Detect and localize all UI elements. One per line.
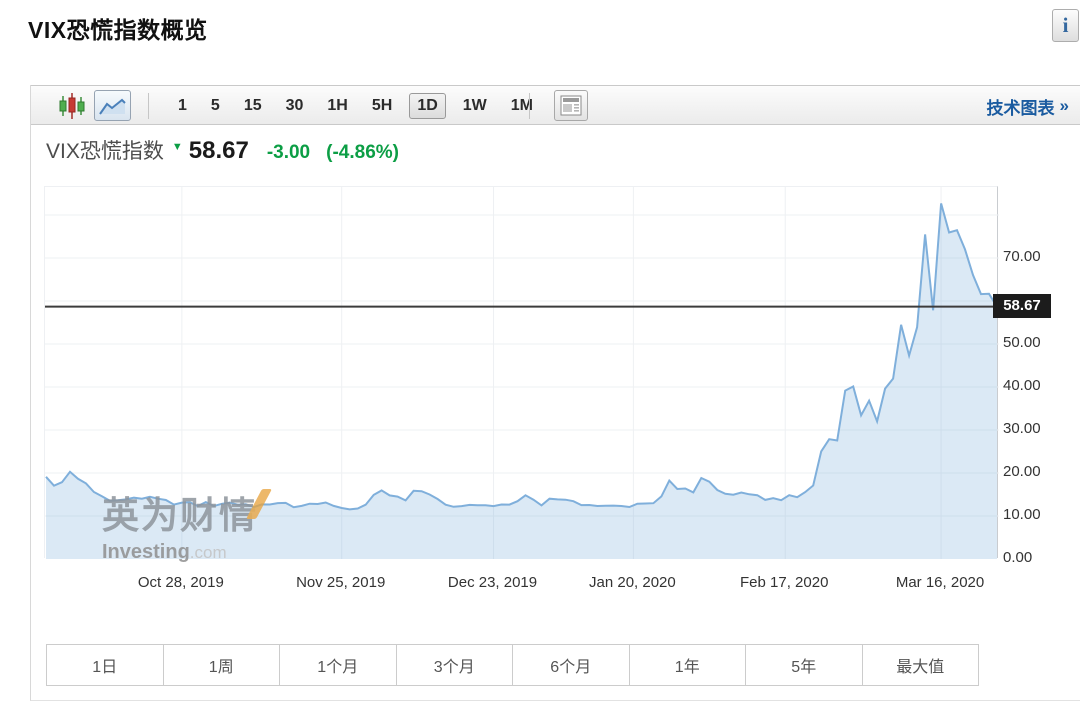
- interval-button-1[interactable]: 1: [171, 94, 194, 118]
- price-change-percent: (-4.86%): [326, 142, 399, 164]
- period-button-6个月[interactable]: 6个月: [513, 645, 630, 685]
- news-panel-button[interactable]: [554, 90, 588, 121]
- line-chart-icon: [98, 95, 127, 116]
- chart-toolbar: 15 15 30 1H 5H 1D 1W 1M 技术图表»: [31, 85, 1080, 125]
- interval-button-1D[interactable]: 1D: [409, 93, 445, 119]
- period-button-最大值[interactable]: 最大值: [863, 645, 979, 685]
- candlestick-chart-button[interactable]: [59, 86, 85, 126]
- period-button-1周[interactable]: 1周: [164, 645, 281, 685]
- interval-button-30[interactable]: 30: [279, 94, 311, 118]
- period-button-row: 1日1周1个月3个月6个月1年5年最大值: [46, 644, 979, 686]
- y-axis-label-30.00: 30.00: [1003, 420, 1073, 437]
- y-axis-label-0.00: 0.00: [1003, 549, 1073, 566]
- quote-header: VIX恐慌指数 ▼ 58.67 -3.00 (-4.86%): [46, 135, 399, 165]
- interval-group: 15 15 30 1H 5H 1D 1W 1M: [171, 86, 540, 126]
- interval-button-15[interactable]: 15: [237, 94, 269, 118]
- chevron-right-icon: »: [1060, 96, 1069, 116]
- page-title: VIX恐慌指数概览: [28, 11, 208, 45]
- interval-button-5[interactable]: 5: [204, 94, 227, 118]
- interval-button-1M[interactable]: 1M: [504, 94, 540, 118]
- technical-chart-label: 技术图表: [987, 94, 1055, 119]
- technical-chart-link[interactable]: 技术图表»: [987, 86, 1069, 126]
- price-change: -3.00: [267, 142, 310, 164]
- interval-button-5H[interactable]: 5H: [365, 94, 399, 118]
- toolbar-divider: [148, 93, 149, 119]
- candlestick-icon: [59, 92, 85, 120]
- info-button[interactable]: i: [1052, 9, 1079, 42]
- info-icon: i: [1063, 13, 1069, 38]
- instrument-name: VIX恐慌指数: [46, 135, 164, 165]
- x-axis-label-Mar 16, 2020: Mar 16, 2020: [880, 574, 1000, 591]
- interval-button-1W[interactable]: 1W: [456, 94, 494, 118]
- area-chart: [45, 187, 999, 559]
- news-panel-icon: [560, 95, 582, 116]
- period-button-1个月[interactable]: 1个月: [280, 645, 397, 685]
- period-button-1日[interactable]: 1日: [47, 645, 164, 685]
- y-axis-label-70.00: 70.00: [1003, 248, 1073, 265]
- line-chart-button[interactable]: [94, 90, 131, 121]
- interval-button-1H[interactable]: 1H: [320, 94, 354, 118]
- y-axis-label-50.00: 50.00: [1003, 334, 1073, 351]
- period-button-3个月[interactable]: 3个月: [397, 645, 514, 685]
- current-price-badge: 58.67: [993, 294, 1051, 318]
- x-axis-label-Nov 25, 2019: Nov 25, 2019: [281, 574, 401, 591]
- down-arrow-icon: ▼: [172, 141, 183, 153]
- period-button-1年[interactable]: 1年: [630, 645, 747, 685]
- x-axis-label-Jan 20, 2020: Jan 20, 2020: [572, 574, 692, 591]
- toolbar-divider: [529, 93, 530, 119]
- x-axis-label-Oct 28, 2019: Oct 28, 2019: [121, 574, 241, 591]
- last-price: 58.67: [189, 137, 249, 165]
- y-axis-label-20.00: 20.00: [1003, 463, 1073, 480]
- chart-plot-area[interactable]: 英为财情 Investing.com: [44, 186, 998, 558]
- period-button-5年[interactable]: 5年: [746, 645, 863, 685]
- x-axis-label-Dec 23, 2019: Dec 23, 2019: [433, 574, 553, 591]
- y-axis-label-10.00: 10.00: [1003, 506, 1073, 523]
- y-axis-label-40.00: 40.00: [1003, 377, 1073, 394]
- x-axis-label-Feb 17, 2020: Feb 17, 2020: [724, 574, 844, 591]
- chart-widget: 15 15 30 1H 5H 1D 1W 1M 技术图表» VIX恐慌指数 ▼ 58.67 -…: [30, 85, 1080, 701]
